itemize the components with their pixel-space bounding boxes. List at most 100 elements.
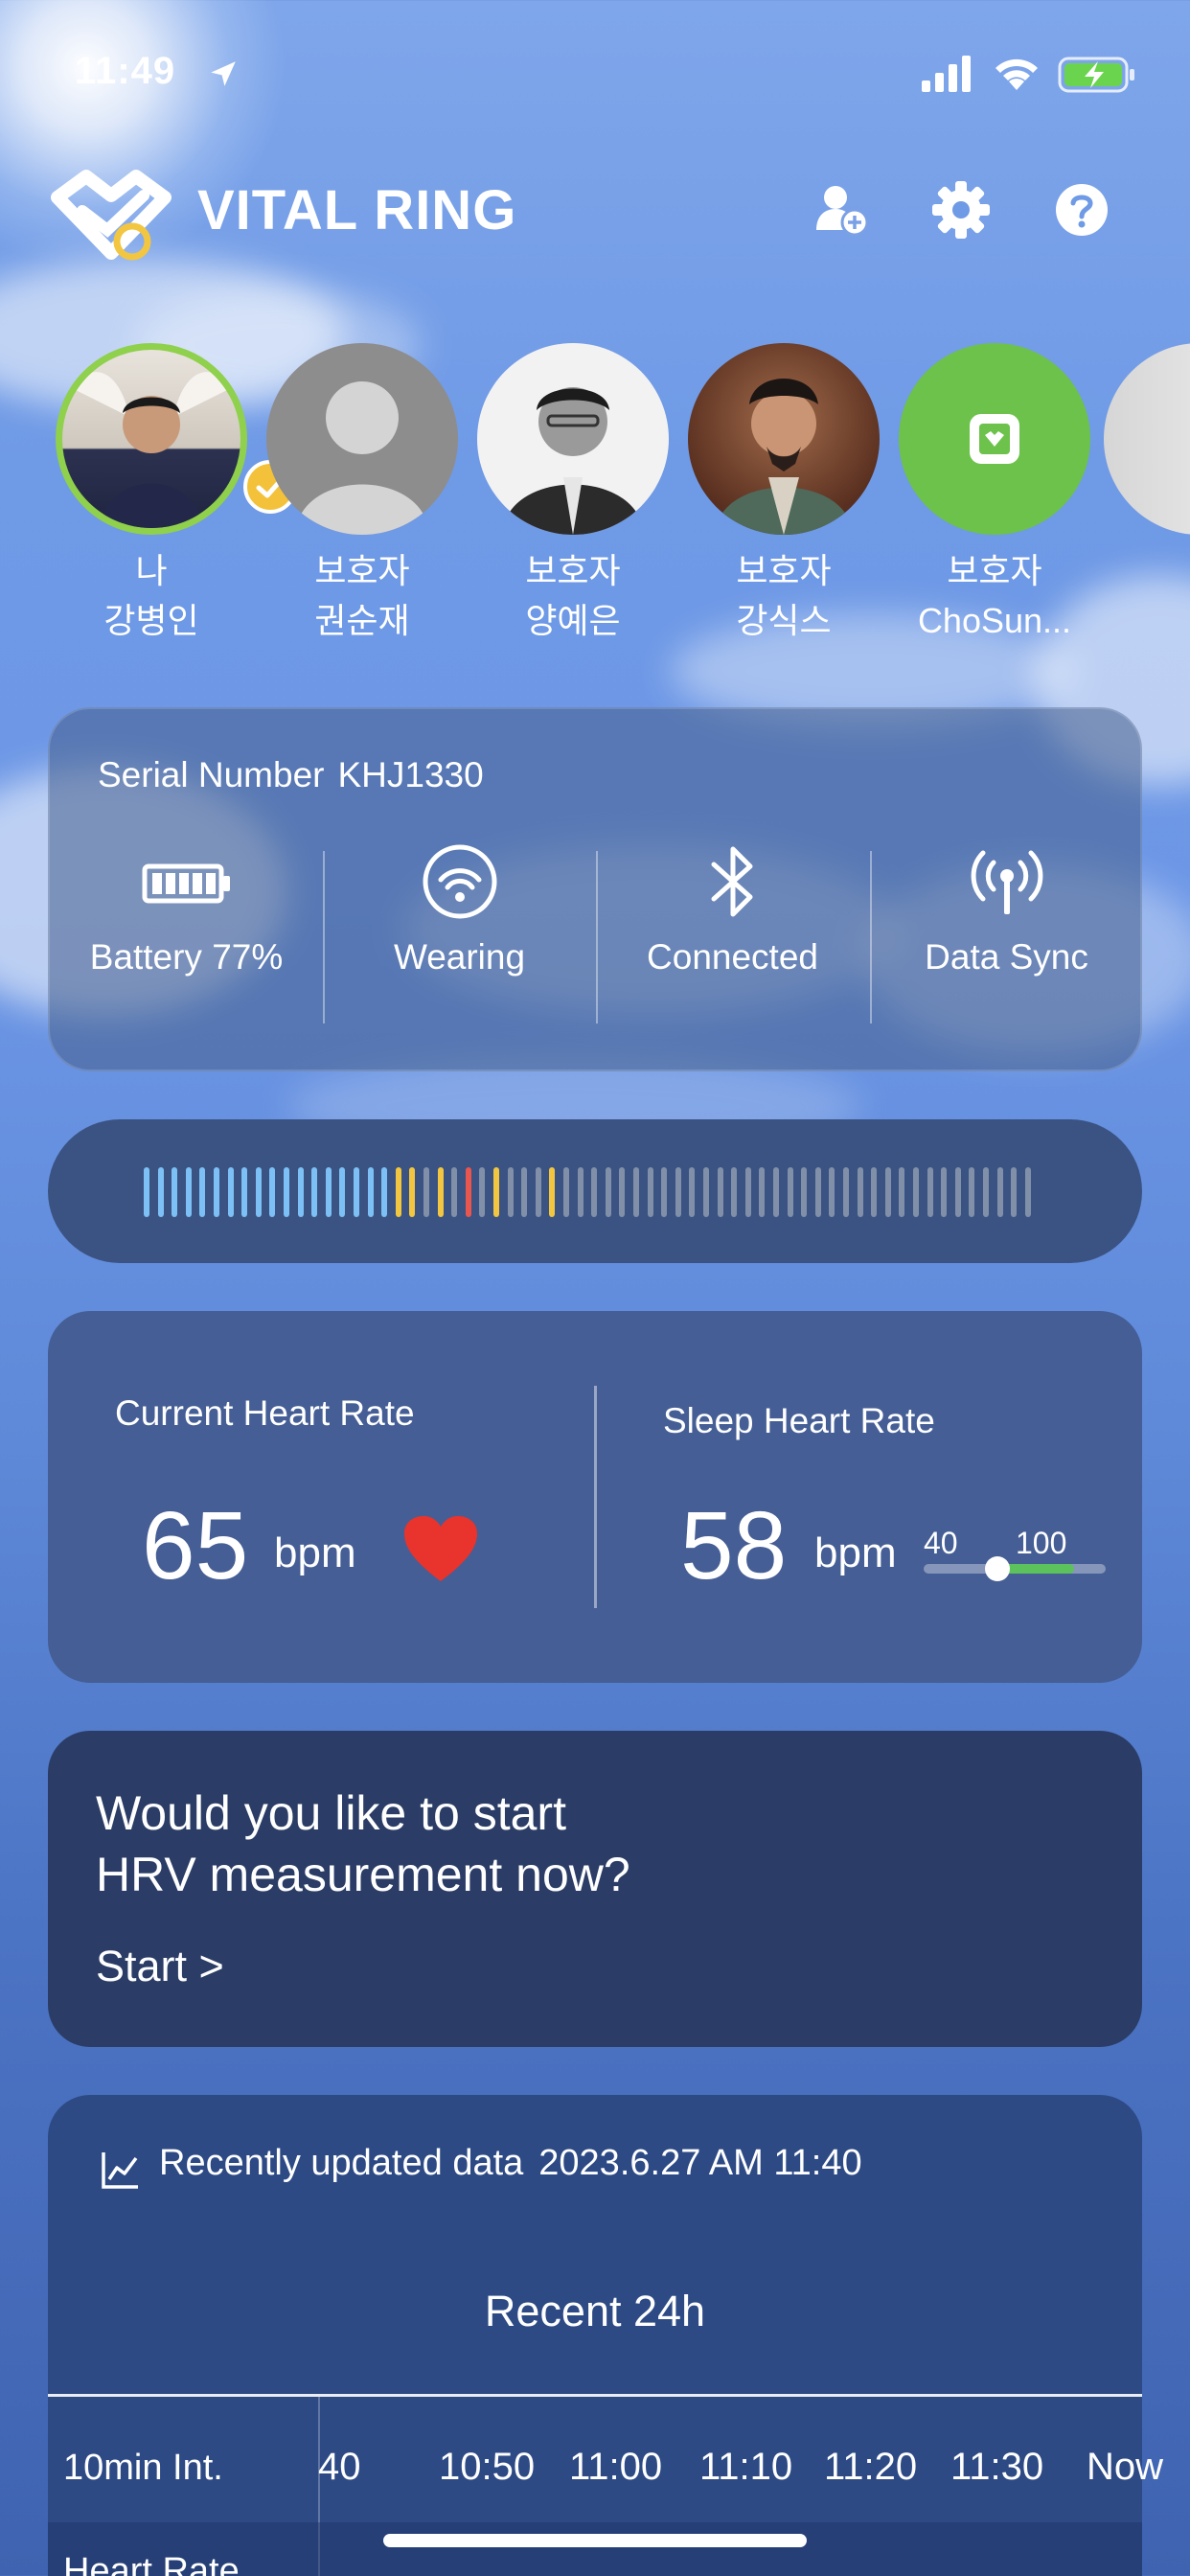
sleep-range-track [924, 1556, 1106, 1581]
gauge-segment [996, 1167, 1003, 1217]
gauge-segment [284, 1167, 289, 1217]
profile-item-guardian-1[interactable]: 보호자 권순재 [261, 339, 464, 646]
gauge-segment [941, 1167, 948, 1217]
home-indicator[interactable] [383, 2534, 807, 2547]
gauge-segment [507, 1167, 514, 1217]
time-tick: 11:00 [569, 2446, 663, 2488]
recent-data-card: Recently updated data 2023.6.27 AM 11:40 … [48, 2095, 1163, 2576]
wearing-label: Wearing [393, 937, 526, 977]
profile-name-label: 강병인 [103, 601, 199, 640]
gauge-segment [395, 1167, 401, 1217]
gauge-segment [423, 1167, 429, 1217]
avatar-portrait-bw [477, 343, 669, 535]
gauge-segment [535, 1167, 541, 1217]
data-sync-status: Data Sync [870, 850, 1143, 978]
settings-gear-icon[interactable] [929, 178, 993, 242]
gauge-segment [577, 1167, 584, 1217]
gauge-segment [717, 1167, 723, 1217]
profile-item-guardian-2[interactable]: 보호자 양예은 [471, 339, 675, 646]
gauge-segment [703, 1167, 709, 1217]
gauge-segment [619, 1167, 626, 1217]
profile-name-label: 양예은 [525, 601, 621, 640]
profile-relation-label: 보호자 [525, 551, 621, 590]
connected-label: Connected [647, 937, 818, 977]
heart-rate-card: Current Heart Rate 65 bpm Sleep Heart Ra… [48, 1311, 1142, 1683]
profile-list: 나 강병인 보호자 권순재 보호자 양예은 보호자 강식스 보호자 ChoSun… [0, 339, 1190, 656]
data-sync-label: Data Sync [925, 937, 1088, 977]
gauge-segment [354, 1167, 359, 1217]
recent-data-label: Recently updated data [159, 2143, 524, 2183]
gauge-segment [969, 1167, 975, 1217]
gauge-segment [199, 1167, 206, 1217]
gauge-segment [479, 1167, 486, 1217]
gauge-segment [214, 1167, 219, 1217]
time-tick: 11:20 [824, 2446, 918, 2488]
time-tick: 40 [318, 2446, 361, 2488]
recent-data-timestamp: 2023.6.27 AM 11:40 [538, 2143, 862, 2183]
heart-icon [404, 1516, 477, 1581]
gauge-segment [465, 1167, 471, 1217]
gauge-segment [983, 1167, 989, 1217]
profile-relation-label: 보호자 [314, 551, 410, 590]
profile-relation-label: 보호자 [947, 551, 1042, 590]
serial-number-value: KHJ1330 [337, 755, 484, 794]
bluetooth-icon [711, 846, 752, 917]
gauge-segment [744, 1167, 751, 1217]
gauge-segment [647, 1167, 653, 1217]
gauge-segment [801, 1167, 808, 1217]
gauge-segment [227, 1167, 234, 1217]
help-icon[interactable] [1050, 178, 1113, 242]
gauge-segment [185, 1167, 192, 1217]
gauge-segment [884, 1167, 891, 1217]
recent-data-header: Recently updated data 2023.6.27 AM 11:40 [159, 2143, 862, 2184]
profile-item-guardian-4[interactable]: 보호자 ChoSun... [893, 339, 1096, 646]
heart-rate-gauge-card [48, 1119, 1142, 1263]
sleep-range-knob [985, 1556, 1010, 1581]
gauge-segment [563, 1167, 569, 1217]
ring-wearing-icon [423, 844, 496, 919]
gauge-segment [311, 1167, 318, 1217]
profile-item-guardian-3[interactable]: 보호자 강식스 [682, 339, 885, 646]
wifi-icon [995, 58, 1038, 90]
battery-charging-icon [1058, 57, 1134, 93]
wearing-status: Wearing [323, 844, 596, 978]
gauge-segment [381, 1167, 388, 1217]
vital-ring-logo [51, 170, 172, 261]
gauge-segment [759, 1167, 766, 1217]
gauge-segment [339, 1167, 346, 1217]
time-tick: 11:30 [950, 2446, 1044, 2488]
app-logo-icon [899, 343, 1090, 535]
hrv-start-button[interactable]: Start > [96, 1942, 224, 1991]
hrv-prompt-card[interactable]: Would you like to start HRV measurement … [48, 1731, 1142, 2047]
gauge-segment [633, 1167, 639, 1217]
gauge-segment [871, 1167, 878, 1217]
profile-name-label: 권순재 [314, 601, 410, 640]
hrv-question: Would you like to start HRV measurement … [96, 1782, 630, 1905]
status-bar: 11:49 [0, 0, 1190, 144]
current-heart-rate-title: Current Heart Rate [115, 1393, 415, 1433]
add-user-icon[interactable] [811, 178, 874, 242]
profile-item-me[interactable]: 나 강병인 [50, 339, 297, 646]
profile-name-label: ChoSun... [917, 601, 1072, 640]
avatar-partial [1104, 343, 1190, 535]
sleep-heart-rate-title: Sleep Heart Rate [663, 1401, 935, 1440]
gauge-segment [549, 1167, 556, 1217]
gauge-segment [605, 1167, 611, 1217]
brand-name: VITAL RING [197, 179, 517, 242]
serial-number: Serial Number KHJ1330 [98, 755, 484, 795]
gauge-segment [144, 1167, 149, 1217]
cellular-signal-icon [922, 56, 971, 92]
gauge-segment [843, 1167, 849, 1217]
gauge-segment [954, 1167, 961, 1217]
sleep-range-min-label: 40 [924, 1526, 958, 1560]
gauge-segment [437, 1167, 444, 1217]
gauge-segment [493, 1167, 499, 1217]
gauge-bar-strip [144, 1167, 1039, 1217]
gauge-segment [814, 1167, 821, 1217]
default-person-icon [266, 343, 458, 535]
device-status-card: Serial Number KHJ1330 Battery 77% Wearing… [48, 707, 1142, 1071]
battery-status: Battery 77% [50, 853, 323, 978]
profile-item-partial[interactable] [1104, 339, 1190, 535]
current-heart-rate-value: 65 [142, 1492, 249, 1599]
hrv-question-line2: HRV measurement now? [96, 1848, 630, 1901]
